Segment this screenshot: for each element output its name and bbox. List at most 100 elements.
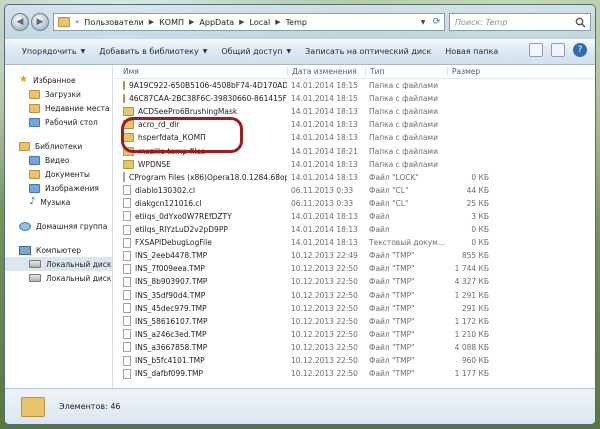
nav-item-label: Рабочий стол — [45, 117, 98, 127]
file-row[interactable]: FXSAPIDebugLogFile 14.01.2014 18:13 Тексто… — [115, 236, 595, 249]
file-row[interactable]: CProgram Files (x86)Opera18.0.1284.68op.… — [115, 171, 595, 184]
nav-homegroup[interactable]: Домашняя группа — [5, 219, 112, 233]
preview-pane-icon[interactable] — [551, 43, 565, 57]
column-header: Имя Дата изменения Тип Размер — [115, 65, 595, 79]
nav-drive-d[interactable]: Локальный диск (D — [5, 271, 112, 285]
file-type: Файл "TMP" — [369, 251, 415, 261]
file-row[interactable]: diakgcn121016.cl 06.11.2013 0:33 Файл "CL"… — [115, 197, 595, 210]
file-row[interactable]: INS_7f009eea.TMP 10.12.2013 22:50 Файл "TM… — [115, 262, 595, 275]
file-row[interactable]: 9A19C922-650B5106-4508bF74-4D170AD0 14.01… — [115, 79, 595, 92]
add-to-library-button[interactable]: Добавить в библиотеку ▼ — [92, 42, 214, 62]
file-row[interactable]: INS_8b903907.TMP 10.12.2013 22:50 Файл "TM… — [115, 275, 595, 288]
breadcrumb-local[interactable]: Local — [250, 18, 271, 27]
nav-music[interactable]: ♪ Музыка — [5, 195, 112, 209]
file-size: 1 291 КБ — [454, 290, 489, 300]
organize-label: Упорядочить — [22, 47, 77, 56]
refresh-icon[interactable]: ⟳ — [433, 17, 441, 27]
address-bar[interactable]: « Пользователи ▶ КОМП ▶ AppData ▶ Local … — [53, 13, 423, 31]
file-name: FXSAPIDebugLogFile — [135, 238, 212, 248]
file-row[interactable]: INS_b5fc4101.TMP 10.12.2013 22:50 Файл "TM… — [115, 354, 595, 367]
file-date: 10.12.2013 22:50 — [291, 316, 358, 326]
file-name-cell: INS_7f009eea.TMP — [115, 263, 287, 274]
nav-documents[interactable]: Документы — [5, 167, 112, 181]
file-date: 10.12.2013 22:49 — [291, 251, 358, 261]
file-date: 10.12.2013 22:50 — [291, 329, 358, 339]
nav-favorites[interactable]: ★ Избранное — [5, 73, 112, 87]
new-folder-button[interactable]: Новая папка — [438, 42, 505, 62]
file-date: 14.01.2014 18:21 — [291, 146, 358, 156]
file-size: 0 КБ — [471, 172, 489, 182]
file-row[interactable]: INS_58616107.TMP 10.12.2013 22:50 Файл "TM… — [115, 315, 595, 328]
file-row[interactable]: 46C87CAA-2BC38F6C-39830660-861415F2 14.01… — [115, 92, 595, 105]
column-date[interactable]: Дата изменения — [287, 67, 365, 76]
file-row[interactable]: INS_a3667858.TMP 10.12.2013 22:50 Файл "TM… — [115, 341, 595, 354]
arrow-right-icon: ▶ — [36, 17, 44, 27]
file-type: Файл "TMP" — [369, 316, 415, 326]
file-row[interactable]: INS_2eeb4478.TMP 10.12.2013 22:49 Файл "TM… — [115, 249, 595, 262]
file-row[interactable]: mozilla-temp-files 14.01.2014 18:21 Папка … — [115, 144, 595, 157]
file-row[interactable]: etilqs_RlYzLuD2v2pD9PP 14.01.2014 18:13 Фа… — [115, 223, 595, 236]
organize-button[interactable]: Упорядочить ▼ — [15, 42, 92, 62]
nav-drive-c[interactable]: Локальный диск (C — [5, 257, 112, 271]
file-row[interactable]: INS_dafbf099.TMP 10.12.2013 22:50 Файл "TM… — [115, 367, 595, 380]
breadcrumb-appdata[interactable]: AppData — [199, 18, 234, 27]
nav-pictures[interactable]: Изображения — [5, 181, 112, 195]
column-size[interactable]: Размер — [447, 67, 507, 76]
file-type: Папка с файлами — [369, 94, 438, 104]
file-row[interactable]: INS_45dec979.TMP 10.12.2013 22:50 Файл "TM… — [115, 302, 595, 315]
documents-icon — [29, 169, 40, 179]
file-date: 10.12.2013 22:50 — [291, 277, 358, 287]
forward-button[interactable]: ▶ — [31, 13, 49, 31]
file-name-cell: INS_b5fc4101.TMP — [115, 355, 287, 366]
view-options-icon[interactable] — [529, 43, 543, 57]
breadcrumb-users[interactable]: Пользователи — [84, 18, 143, 27]
search-input[interactable]: Поиск: Temp — [449, 13, 591, 31]
file-date: 14.01.2014 18:13 — [291, 238, 358, 248]
burn-button[interactable]: Записать на оптический диск — [298, 42, 438, 62]
help-icon[interactable]: ? — [573, 43, 587, 57]
file-row[interactable]: etilqs_0dYxo0W7REfDZTY 14.01.2014 18:13 Фа… — [115, 210, 595, 223]
chevron-right-icon: ▶ — [239, 18, 245, 26]
dropdown-arrow-icon[interactable]: ▼ — [421, 19, 426, 26]
nav-computer[interactable]: Компьютер — [5, 243, 112, 257]
file-type: Файл "TMP" — [369, 356, 415, 366]
breadcrumb-user[interactable]: КОМП — [159, 18, 184, 27]
nav-downloads[interactable]: Загрузки — [5, 87, 112, 101]
nav-recent-places[interactable]: Недавние места — [5, 101, 112, 115]
share-button[interactable]: Общий доступ ▼ — [214, 42, 298, 62]
nav-homegroup-label: Домашняя группа — [36, 221, 108, 231]
back-button[interactable]: ◀ — [11, 13, 29, 31]
column-name[interactable]: Имя — [115, 67, 287, 76]
libraries-icon — [19, 141, 30, 151]
nav-videos[interactable]: Видео — [5, 153, 112, 167]
file-date: 14.01.2014 18:15 — [291, 94, 358, 104]
file-row[interactable]: INS_35df90d4.TMP 10.12.2013 22:50 Файл "TM… — [115, 289, 595, 302]
file-row[interactable]: hsperfdata_КОМП 14.01.2014 18:13 Папка с ф… — [115, 131, 595, 144]
file-row[interactable]: ACDSeePro6BrushingMask 14.01.2014 18:13 Па… — [115, 105, 595, 118]
file-icon — [123, 342, 131, 353]
file-date: 14.01.2014 18:13 — [291, 172, 358, 182]
file-row[interactable]: INS_a246c3ed.TMP 10.12.2013 22:50 Файл "TM… — [115, 328, 595, 341]
search-icon — [575, 17, 586, 30]
chevron-down-icon: ▼ — [80, 48, 86, 55]
arrow-left-icon: ◀ — [16, 17, 24, 27]
file-row[interactable]: diablo130302.cl 06.11.2013 0:33 Файл "CL" 4… — [115, 184, 595, 197]
file-name: 46C87CAA-2BC38F6C-39830660-861415F2 — [129, 94, 287, 104]
file-row[interactable]: acro_rd_dir 14.01.2014 18:13 Папка с файла… — [115, 118, 595, 131]
nav-favorites-label: Избранное — [32, 75, 76, 85]
share-label: Общий доступ — [221, 47, 283, 56]
file-size: 0 КБ — [471, 238, 489, 248]
file-date: 14.01.2014 18:13 — [291, 225, 358, 235]
nav-libraries[interactable]: Библиотеки — [5, 139, 112, 153]
search-placeholder: Поиск: Temp — [455, 17, 508, 27]
file-name: etilqs_0dYxo0W7REfDZTY — [135, 211, 232, 221]
file-size: 960 КБ — [461, 356, 489, 366]
file-name: diakgcn121016.cl — [135, 198, 202, 208]
folder-icon — [123, 107, 134, 117]
breadcrumb-temp[interactable]: Temp — [286, 18, 307, 27]
details-pane: Элементов: 46 — [5, 388, 595, 424]
nav-desktop[interactable]: Рабочий стол — [5, 115, 112, 129]
address-actions: ▼ ⟳ — [417, 13, 445, 31]
file-row[interactable]: WPDNSE 14.01.2014 18:13 Папка с файлами — [115, 158, 595, 171]
column-type[interactable]: Тип — [365, 67, 447, 76]
